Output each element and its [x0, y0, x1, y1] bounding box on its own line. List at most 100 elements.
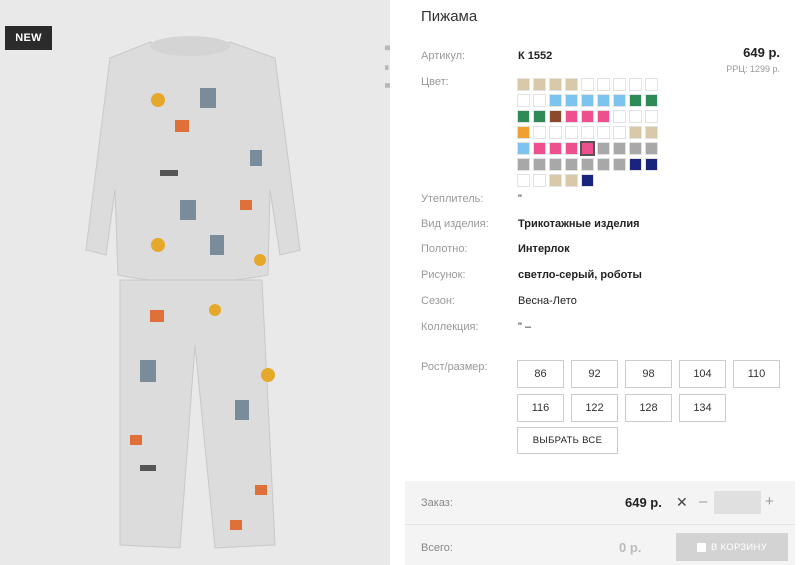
color-swatch[interactable] [517, 126, 530, 139]
cart-icon [696, 542, 706, 552]
color-swatch[interactable] [597, 94, 610, 107]
size-button[interactable]: 122 [571, 394, 618, 422]
color-swatch[interactable] [629, 158, 642, 171]
color-swatch[interactable] [549, 94, 562, 107]
color-swatch[interactable] [517, 110, 530, 123]
size-button[interactable]: 104 [679, 360, 726, 388]
color-swatch[interactable] [581, 94, 594, 107]
attribute-value: " [518, 193, 522, 205]
size-button[interactable]: 110 [733, 360, 780, 388]
decrease-button[interactable]: – [699, 493, 707, 510]
color-swatch[interactable] [580, 141, 595, 156]
attribute-value: Весна-Лето [518, 295, 577, 307]
color-swatch[interactable] [565, 126, 578, 139]
attribute-value: Трикотажные изделия [518, 218, 640, 230]
color-swatch[interactable] [597, 126, 610, 139]
attribute-value: Интерлок [518, 243, 570, 255]
color-swatch[interactable] [629, 142, 642, 155]
product-page: NEW crockid Пижама Артикул: К 1552 649 р… [0, 0, 800, 565]
order-box: Заказ: 649 р. ✕ – + Всего: 0 р. В КОРЗИН… [405, 481, 795, 565]
color-swatch[interactable] [565, 142, 578, 155]
color-swatch[interactable] [645, 78, 658, 91]
color-swatch[interactable] [565, 158, 578, 171]
color-swatch[interactable] [549, 126, 562, 139]
attribute-label: Сезон: [421, 295, 455, 307]
product-photo[interactable]: NEW crockid [0, 0, 390, 565]
color-swatch[interactable] [565, 174, 578, 187]
color-swatch[interactable] [613, 78, 626, 91]
color-swatch[interactable] [597, 142, 610, 155]
total-label: Всего: [421, 542, 453, 554]
color-swatch[interactable] [517, 94, 530, 107]
color-swatch[interactable] [549, 142, 562, 155]
color-swatch[interactable] [517, 142, 530, 155]
size-label: Рост/размер: [421, 361, 488, 373]
size-button[interactable]: 128 [625, 394, 672, 422]
color-swatch[interactable] [613, 126, 626, 139]
color-swatch[interactable] [581, 126, 594, 139]
size-button[interactable]: 86 [517, 360, 564, 388]
quantity-input[interactable] [714, 491, 761, 514]
color-swatch[interactable] [613, 142, 626, 155]
color-swatch[interactable] [517, 158, 530, 171]
color-swatch[interactable] [645, 158, 658, 171]
color-swatch[interactable] [613, 158, 626, 171]
attribute-label: Вид изделия: [421, 218, 489, 230]
color-swatch[interactable] [629, 78, 642, 91]
color-swatch[interactable] [597, 78, 610, 91]
size-button[interactable]: 92 [571, 360, 618, 388]
color-swatch[interactable] [517, 78, 530, 91]
color-swatch[interactable] [533, 126, 546, 139]
color-swatch[interactable] [581, 158, 594, 171]
article-value: К 1552 [518, 50, 553, 62]
color-swatch[interactable] [581, 78, 594, 91]
color-swatch[interactable] [613, 94, 626, 107]
total-price: 0 р. [619, 540, 642, 555]
color-swatch[interactable] [629, 126, 642, 139]
add-to-cart-button[interactable]: В КОРЗИНУ [676, 533, 788, 561]
color-swatch[interactable] [629, 110, 642, 123]
color-swatch[interactable] [549, 110, 562, 123]
color-swatch[interactable] [597, 158, 610, 171]
color-swatch[interactable] [549, 174, 562, 187]
color-swatch[interactable] [533, 142, 546, 155]
color-swatch[interactable] [597, 110, 610, 123]
color-swatch[interactable] [565, 94, 578, 107]
color-swatch[interactable] [549, 78, 562, 91]
color-swatch[interactable] [533, 94, 546, 107]
color-swatch[interactable] [645, 142, 658, 155]
select-all-button[interactable]: ВЫБРАТЬ ВСЕ [517, 427, 618, 454]
color-swatch[interactable] [565, 78, 578, 91]
color-swatch[interactable] [533, 110, 546, 123]
attribute-value: " – [518, 321, 532, 333]
color-swatch[interactable] [629, 94, 642, 107]
size-button[interactable]: 98 [625, 360, 672, 388]
color-swatch[interactable] [549, 158, 562, 171]
color-swatch[interactable] [581, 110, 594, 123]
increase-button[interactable]: + [765, 493, 774, 510]
color-swatch[interactable] [533, 174, 546, 187]
color-swatch[interactable] [581, 174, 594, 187]
color-swatch[interactable] [645, 110, 658, 123]
price: 649 р. [743, 45, 780, 60]
order-label: Заказ: [421, 497, 453, 509]
color-swatch[interactable] [613, 110, 626, 123]
attribute-label: Полотно: [421, 243, 468, 255]
color-swatch[interactable] [645, 94, 658, 107]
article-label: Артикул: [421, 50, 466, 62]
color-swatch[interactable] [565, 110, 578, 123]
rrc-price: РРЦ: 1299 р. [726, 64, 780, 74]
size-button[interactable]: 134 [679, 394, 726, 422]
size-button[interactable]: 116 [517, 394, 564, 422]
add-to-cart-label: В КОРЗИНУ [710, 541, 768, 553]
color-swatch[interactable] [533, 158, 546, 171]
color-swatch[interactable] [533, 78, 546, 91]
pajama-illustration [85, 36, 301, 549]
divider [405, 524, 795, 525]
attribute-value: светло-серый, роботы [518, 269, 642, 281]
color-label: Цвет: [421, 76, 449, 88]
color-swatch[interactable] [645, 126, 658, 139]
color-swatch[interactable] [517, 174, 530, 187]
new-badge: NEW [5, 26, 52, 50]
remove-icon[interactable]: ✕ [676, 494, 688, 511]
